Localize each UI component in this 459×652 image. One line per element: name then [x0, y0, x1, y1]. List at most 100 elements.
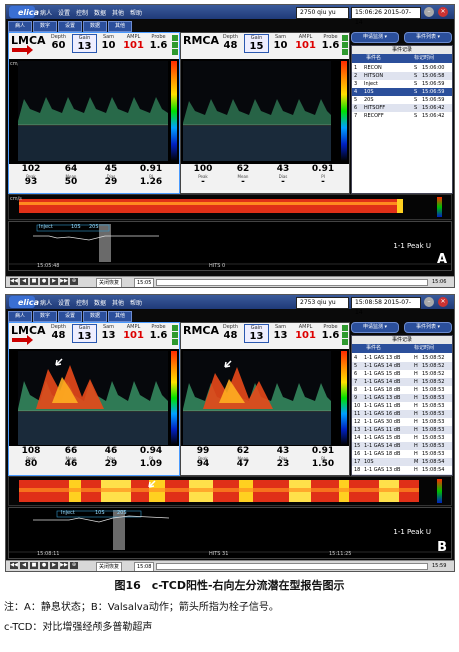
- event-list-dropdown[interactable]: 事件列表 ▾: [404, 32, 452, 43]
- channel-side-buttons[interactable]: [342, 325, 348, 346]
- event-time: 15:06:58: [422, 73, 445, 79]
- event-list-dropdown[interactable]: 事件列表 ▾: [404, 322, 452, 333]
- toolbar-patient-button[interactable]: 病人: [8, 21, 32, 32]
- monitor-dropdown[interactable]: 申请监测 ▾: [351, 32, 399, 43]
- toolbar-settings-button[interactable]: 设置: [58, 21, 82, 32]
- record-icon[interactable]: ●: [40, 278, 48, 285]
- event-row[interactable]: 11 1-1 GAS 16 dB H 15:08:53: [352, 410, 452, 418]
- event-row[interactable]: 7 RECOFF S 15:06:42: [352, 112, 452, 120]
- param-depth[interactable]: Depth 48: [219, 34, 242, 51]
- event-row[interactable]: 2 HITSON S 15:06:58: [352, 72, 452, 80]
- step-back-icon[interactable]: ◀: [20, 278, 28, 285]
- param-depth[interactable]: Depth 48: [47, 324, 70, 341]
- channel-side-buttons[interactable]: [172, 325, 178, 346]
- param-depth[interactable]: Depth 48: [219, 324, 242, 341]
- menu-control[interactable]: 控制: [76, 8, 88, 17]
- menu-patient[interactable]: 病人: [40, 298, 52, 307]
- minimize-icon[interactable]: –: [424, 297, 434, 307]
- channel-left[interactable]: LMCA Depth 48 Gain 13 Sam 13 AMPL 101 Probe 1…: [8, 322, 180, 476]
- toolbar-number-button[interactable]: 数字: [33, 21, 57, 32]
- menu-help[interactable]: 帮助: [130, 8, 142, 17]
- param-sam[interactable]: Sam 13: [269, 324, 292, 341]
- event-row[interactable]: 5 1-1 GAS 14 dB H 15:08:52: [352, 362, 452, 370]
- param-depth[interactable]: Depth 60: [47, 34, 70, 51]
- fast-forward-icon[interactable]: ▶▶: [60, 562, 68, 569]
- event-row[interactable]: 4 1-1 GAS 13 dB H 15:08:52: [352, 354, 452, 362]
- param-probe[interactable]: Probe 1.6: [147, 324, 170, 341]
- param-sam[interactable]: Sam 13: [97, 324, 120, 341]
- event-row[interactable]: 1 RECON S 15:06:00: [352, 64, 452, 72]
- param-gain[interactable]: Gain 13: [244, 324, 269, 343]
- channel-side-buttons[interactable]: [172, 35, 178, 56]
- record-icon[interactable]: ●: [40, 562, 48, 569]
- event-row[interactable]: 13 1-1 GAS 11 dB H 15:08:53: [352, 426, 452, 434]
- menu-data[interactable]: 数据: [94, 298, 106, 307]
- event-row[interactable]: 17 10S M 15:08:54: [352, 458, 452, 466]
- param-sam[interactable]: Sam 10: [269, 34, 292, 51]
- param-ampl[interactable]: AMPL 101: [294, 324, 317, 341]
- param-gain[interactable]: Gain 13: [72, 324, 97, 343]
- event-row[interactable]: 7 1-1 GAS 14 dB H 15:08:52: [352, 378, 452, 386]
- param-probe[interactable]: Probe 1.6: [319, 324, 342, 341]
- event-list[interactable]: 事件记录 事件名 标记时间 4 1-1 GAS 13 dB H 15:08:52 5 1-…: [351, 335, 453, 476]
- step-back-icon[interactable]: ◀: [20, 562, 28, 569]
- event-row[interactable]: 8 1-1 GAS 18 dB H 15:08:53: [352, 386, 452, 394]
- menu-data[interactable]: 数据: [94, 8, 106, 17]
- channel-right[interactable]: RMCA Depth 48 Gain 13 Sam 13 AMPL 101 Probe 1…: [180, 322, 350, 476]
- zoom-icon[interactable]: ⊕: [70, 562, 78, 569]
- menu-patient[interactable]: 病人: [40, 8, 52, 17]
- toolbar-other-button[interactable]: 其他: [108, 311, 132, 322]
- event-row[interactable]: 14 1-1 GAS 15 dB H 15:08:53: [352, 434, 452, 442]
- event-row[interactable]: 12 1-1 GAS 30 dB H 15:08:53: [352, 418, 452, 426]
- channel-right[interactable]: RMCA Depth 48 Gain 15 Sam 10 AMPL 101 Probe 1…: [180, 32, 350, 194]
- playback-timeline[interactable]: [156, 563, 428, 570]
- event-row[interactable]: 16 1-1 GAS 18 dB H 15:08:53: [352, 450, 452, 458]
- play-icon[interactable]: ▶: [50, 278, 58, 285]
- event-row[interactable]: 9 1-1 GAS 13 dB H 15:08:53: [352, 394, 452, 402]
- param-ampl[interactable]: AMPL 101: [294, 34, 317, 51]
- event-row[interactable]: 4 10S S 15:06:59: [352, 88, 452, 96]
- close-icon[interactable]: ✕: [438, 7, 448, 17]
- param-ampl[interactable]: AMPL 101: [122, 34, 145, 51]
- monitor-dropdown[interactable]: 申请监测 ▾: [351, 322, 399, 333]
- stop-icon[interactable]: ■: [30, 278, 38, 285]
- event-row[interactable]: 15 1-1 GAS 14 dB H 15:08:53: [352, 442, 452, 450]
- channel-side-buttons[interactable]: [342, 35, 348, 56]
- param-sam[interactable]: Sam 10: [97, 34, 120, 51]
- toolbar-other-button[interactable]: 其他: [108, 21, 132, 32]
- menu-help[interactable]: 帮助: [130, 298, 142, 307]
- param-gain[interactable]: Gain 15: [244, 34, 269, 53]
- event-row[interactable]: 6 1-1 GAS 15 dB H 15:08:52: [352, 370, 452, 378]
- play-icon[interactable]: ▶: [50, 562, 58, 569]
- minimize-icon[interactable]: –: [424, 7, 434, 17]
- toolbar-data-button[interactable]: 数据: [83, 311, 107, 322]
- menu-other[interactable]: 其他: [112, 8, 124, 17]
- param-probe[interactable]: Probe 1.6: [319, 34, 342, 51]
- menu-settings[interactable]: 设置: [58, 8, 70, 17]
- rewind-icon[interactable]: ◀◀: [10, 278, 18, 285]
- channel-left[interactable]: LMCA Depth 60 Gain 13 Sam 10 AMPL 101 Probe 1…: [8, 32, 180, 194]
- zoom-icon[interactable]: ⊕: [70, 278, 78, 285]
- color-scale-bar: [171, 351, 177, 445]
- event-row[interactable]: 5 20S S 15:06:59: [352, 96, 452, 104]
- event-list[interactable]: 事件记录 事件名 标记时间 1 RECON S 15:06:00 2 HITSON S 15:…: [351, 45, 453, 194]
- toolbar-settings-button[interactable]: 设置: [58, 311, 82, 322]
- close-icon[interactable]: ✕: [438, 297, 448, 307]
- rewind-icon[interactable]: ◀◀: [10, 562, 18, 569]
- toolbar-data-button[interactable]: 数据: [83, 21, 107, 32]
- event-row[interactable]: 3 Inject S 15:06:59: [352, 80, 452, 88]
- event-row[interactable]: 10 1-1 GAS 11 dB H 15:08:53: [352, 402, 452, 410]
- menu-other[interactable]: 其他: [112, 298, 124, 307]
- toolbar-number-button[interactable]: 数字: [33, 311, 57, 322]
- param-probe[interactable]: Probe 1.6: [147, 34, 170, 51]
- toolbar-patient-button[interactable]: 病人: [8, 311, 32, 322]
- menu-settings[interactable]: 设置: [58, 298, 70, 307]
- event-row[interactable]: 6 HITSOFF S 15:06:42: [352, 104, 452, 112]
- fast-forward-icon[interactable]: ▶▶: [60, 278, 68, 285]
- param-ampl[interactable]: AMPL 101: [122, 324, 145, 341]
- event-row[interactable]: 18 1-1 GAS 13 dB H 15:08:54: [352, 466, 452, 474]
- menu-control[interactable]: 控制: [76, 298, 88, 307]
- playback-timeline[interactable]: [156, 279, 428, 286]
- param-gain[interactable]: Gain 13: [72, 34, 97, 53]
- stop-icon[interactable]: ■: [30, 562, 38, 569]
